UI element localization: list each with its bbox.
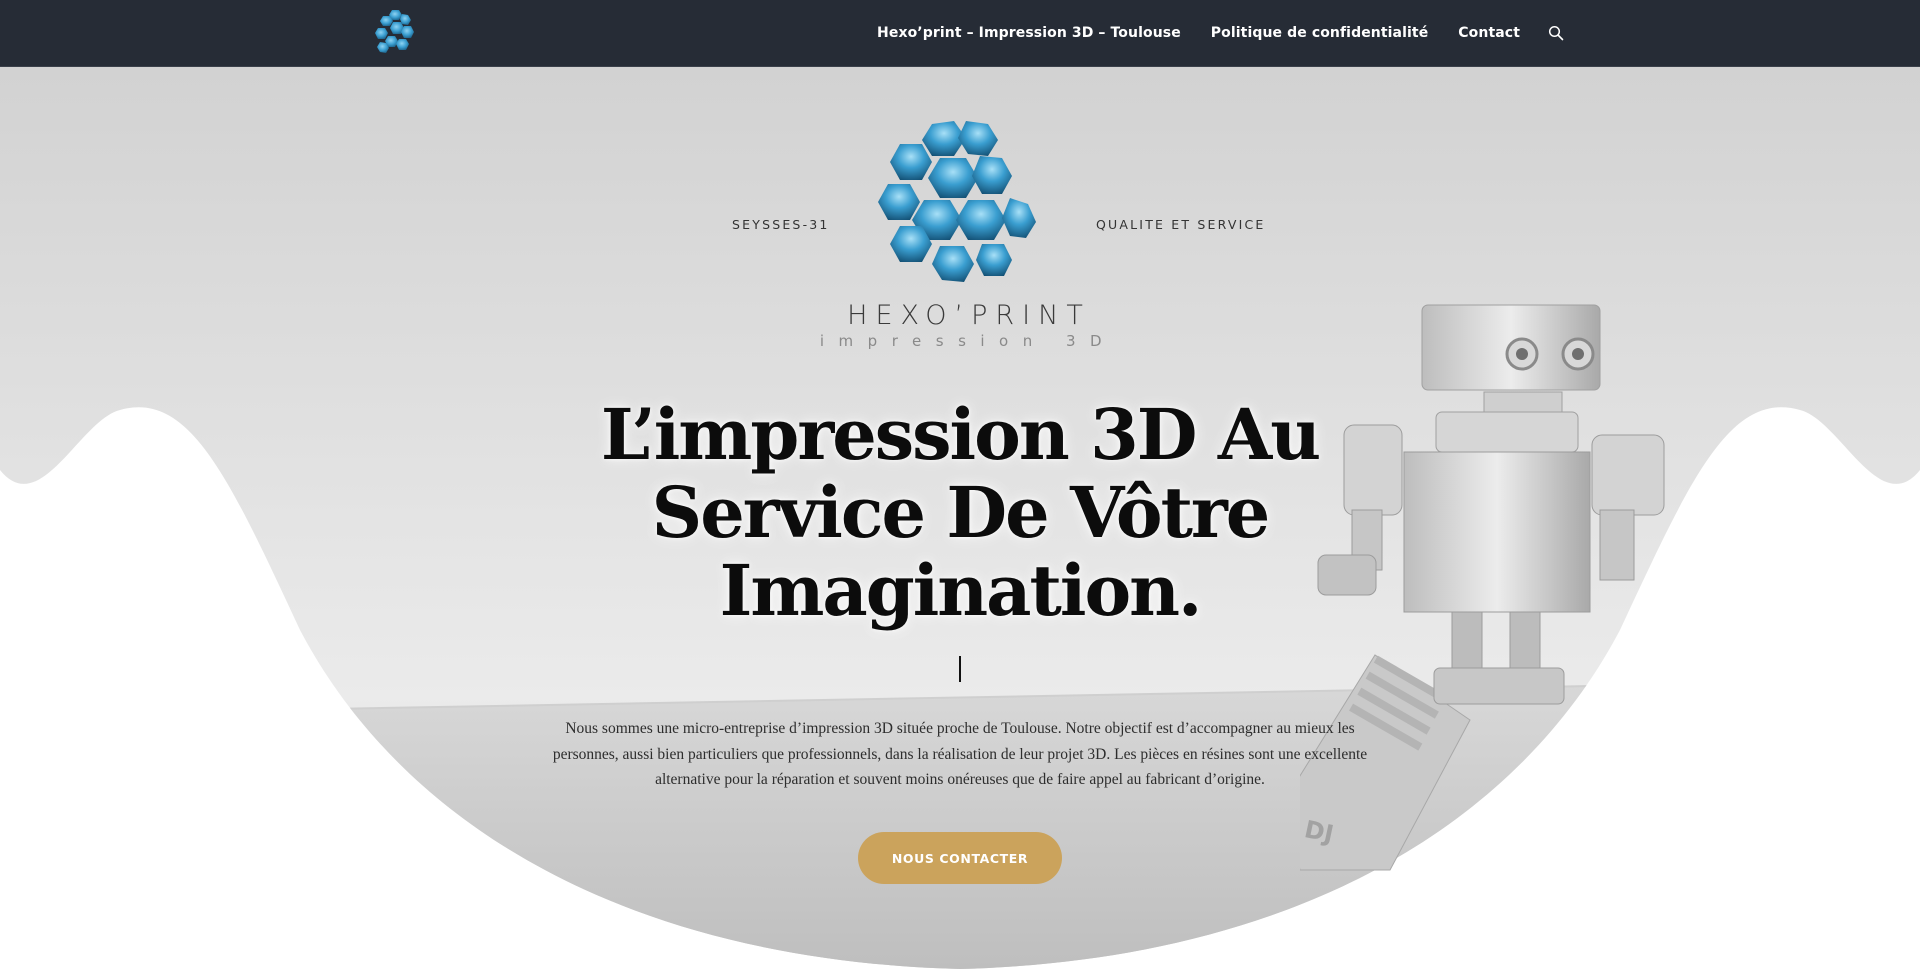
site-logo[interactable] (370, 6, 420, 60)
vertical-divider (959, 656, 961, 682)
search-icon[interactable] (1548, 25, 1564, 41)
nav-link-privacy-policy[interactable]: Politique de confidentialité (1211, 25, 1429, 41)
hexagon-sphere-logo-icon (878, 121, 1036, 282)
brand-block: SEYSSES-31 QUALITE ET SERVICE HEXO’PRINT… (0, 110, 1920, 360)
top-navbar: Hexo’print – Impression 3D – Toulouse Po… (0, 0, 1920, 67)
hero-headline: L’impression 3D Au Service De Vôtre Imag… (600, 393, 1321, 632)
brand-subtitle: impression 3D (819, 332, 1117, 350)
tagline-location: SEYSSES-31 (732, 217, 830, 232)
main-menu: Hexo’print – Impression 3D – Toulouse Po… (877, 0, 1564, 66)
contact-us-button[interactable]: NOUS CONTACTER (858, 832, 1062, 884)
hero-intro-text: Nous sommes une micro-entreprise d’impre… (552, 720, 1368, 788)
block-letters: DJ (1302, 815, 1336, 848)
tagline-quality: QUALITE ET SERVICE (1096, 217, 1266, 232)
nav-link-home[interactable]: Hexo’print – Impression 3D – Toulouse (877, 25, 1181, 41)
nav-link-contact[interactable]: Contact (1458, 25, 1520, 41)
brand-name: HEXO’PRINT (847, 300, 1091, 331)
